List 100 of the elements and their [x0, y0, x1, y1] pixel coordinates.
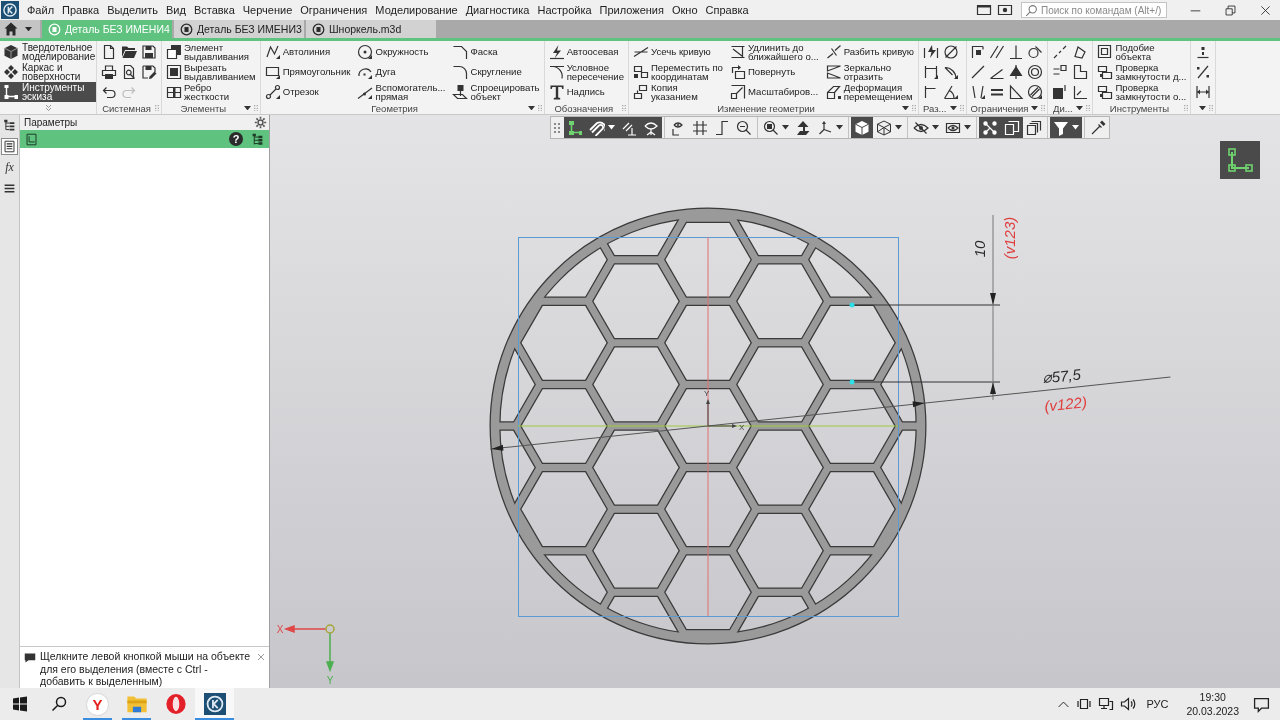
command-button[interactable]: Удлинить до ближайшего о...: [727, 42, 821, 62]
document-tab[interactable]: Деталь БЕЗ ИМЕНИ3: [174, 20, 304, 38]
menu-item[interactable]: Приложения: [595, 0, 668, 20]
parallel-lines-icon[interactable]: [989, 44, 1005, 60]
double-chevron-down-icon[interactable]: [43, 104, 53, 112]
angle-arc-icon[interactable]: [943, 84, 960, 100]
converging-lines-icon[interactable]: [970, 84, 986, 100]
dots-underline-icon[interactable]: [1195, 44, 1212, 60]
command-button[interactable]: Дуга: [355, 62, 448, 82]
close-icon[interactable]: [1259, 4, 1271, 16]
right-triangle-icon[interactable]: [1008, 84, 1024, 100]
step-shape-icon[interactable]: [1072, 64, 1089, 80]
command-button[interactable]: Масштабиров...: [727, 82, 821, 102]
command-button[interactable]: Повернуть: [727, 62, 821, 82]
floppy-pencil-icon[interactable]: [141, 64, 157, 80]
dimension-arrows-icon[interactable]: [1195, 84, 1212, 100]
side-tab[interactable]: fx: [1, 159, 18, 176]
framed-corner-icon[interactable]: [25, 132, 38, 146]
toolbar-button[interactable]: [851, 117, 873, 138]
caret-down-icon[interactable]: [1031, 105, 1039, 111]
command-button[interactable]: Элемент выдавливания: [164, 42, 258, 62]
menu-item[interactable]: Вставка: [189, 0, 239, 20]
command-button[interactable]: Деформация перемещением: [823, 82, 917, 102]
menu-item[interactable]: Файл: [23, 0, 59, 20]
help-button[interactable]: ?: [229, 132, 243, 146]
menu-item[interactable]: Ограничения: [296, 0, 372, 20]
document-icon[interactable]: [101, 44, 117, 60]
document-tab[interactable]: Шноркель.m3d: [306, 20, 436, 38]
caret-down-icon[interactable]: [25, 26, 32, 32]
taskbar-app-button[interactable]: [195, 688, 234, 720]
slash-dots-icon[interactable]: [1195, 64, 1212, 80]
command-button[interactable]: Проверка замкнутости о...: [1095, 82, 1189, 102]
command-button[interactable]: Автолиния: [262, 42, 353, 62]
taskbar-app-button[interactable]: Y: [78, 688, 117, 720]
menu-item[interactable]: Настройка: [533, 0, 596, 20]
caret-down-icon[interactable]: [949, 105, 957, 111]
sketch-mode-icon[interactable]: [1220, 141, 1260, 179]
command-button[interactable]: Подобие объекта: [1095, 42, 1189, 62]
dotted-line-icon[interactable]: [1052, 44, 1069, 60]
command-button[interactable]: Окружность: [355, 42, 448, 62]
toolbar-button[interactable]: [640, 117, 662, 138]
caret-down-icon[interactable]: [902, 105, 910, 111]
printer-icon[interactable]: [101, 64, 117, 80]
block-icon[interactable]: [1052, 84, 1069, 100]
rectangle-bars-icon[interactable]: [1076, 696, 1093, 712]
toolbar-button[interactable]: [1001, 117, 1023, 138]
diagonal-line-icon[interactable]: [970, 64, 986, 80]
mode-tab[interactable]: Твердотельное моделирование: [0, 42, 96, 62]
diameter-icon[interactable]: [943, 44, 960, 60]
toolbar-button[interactable]: [564, 117, 586, 138]
caret-down-icon[interactable]: [1076, 105, 1084, 111]
command-button[interactable]: Прямоугольник: [262, 62, 353, 82]
window-icon[interactable]: [976, 2, 992, 18]
language-indicator[interactable]: РУС: [1146, 698, 1169, 710]
restore-icon[interactable]: [1224, 4, 1236, 16]
undo-icon[interactable]: [101, 84, 117, 100]
notification-icon[interactable]: [1253, 695, 1270, 713]
search-field[interactable]: Поиск по командам (Alt+/): [1021, 2, 1167, 18]
monitor-icon[interactable]: [1098, 696, 1115, 712]
caret-down-icon[interactable]: [243, 105, 251, 111]
command-button[interactable]: Зеркально отразить: [823, 62, 917, 82]
house-icon[interactable]: [3, 21, 19, 37]
command-button[interactable]: Условное пересечение: [546, 62, 626, 82]
command-button[interactable]: Проверка замкнутости д...: [1095, 62, 1189, 82]
perpendicular-icon[interactable]: [1008, 44, 1024, 60]
command-button[interactable]: Переместить по координатам: [630, 62, 725, 82]
command-button[interactable]: Автоосевая: [546, 42, 626, 62]
caret-down-icon[interactable]: [1199, 105, 1207, 111]
concentric-circles-icon[interactable]: [1027, 64, 1043, 80]
toolbar-button[interactable]: [979, 117, 1001, 138]
mode-tab[interactable]: Инструменты эскиза: [0, 82, 96, 102]
side-tab[interactable]: [1, 138, 18, 155]
menu-item[interactable]: Вид: [161, 0, 190, 20]
command-button[interactable]: Вырезать выдавливанием: [164, 62, 258, 82]
mode-tab[interactable]: Каркас и поверхности: [0, 62, 96, 82]
menu-item[interactable]: Черчение: [238, 0, 297, 20]
command-button[interactable]: Вспомогатель... прямая: [355, 82, 448, 102]
tree-structure-icon[interactable]: [251, 132, 264, 146]
command-button[interactable]: Разбить кривую: [823, 42, 917, 62]
menu-item[interactable]: Правка: [58, 0, 104, 20]
menu-item[interactable]: Окно: [667, 0, 702, 20]
clock-date[interactable]: 20.03.2023: [1186, 704, 1239, 718]
command-button[interactable]: Копия указанием: [630, 82, 725, 102]
caret-down-icon[interactable]: [527, 105, 535, 111]
speaker-icon[interactable]: [1120, 696, 1137, 712]
arc-line-icon[interactable]: [943, 64, 960, 80]
command-button[interactable]: Отрезок: [262, 82, 353, 102]
folder-icon[interactable]: [121, 44, 137, 60]
menu-item[interactable]: Диагностика: [461, 0, 534, 20]
magnifier-document-icon[interactable]: [121, 64, 137, 80]
clock-time[interactable]: 19:30: [1199, 690, 1226, 704]
hatched-circle-icon[interactable]: [1027, 84, 1043, 100]
logo-icon[interactable]: [1, 1, 19, 19]
axes-corner-icon[interactable]: [1072, 84, 1089, 100]
menu-item[interactable]: Выделить: [103, 0, 162, 20]
command-button[interactable]: Скругление: [450, 62, 542, 82]
linear-dimension-icon[interactable]: [923, 64, 940, 80]
search-icon[interactable]: [50, 696, 67, 712]
command-button[interactable]: Ребро жесткости: [164, 82, 258, 102]
command-button[interactable]: Надпись: [546, 82, 626, 102]
